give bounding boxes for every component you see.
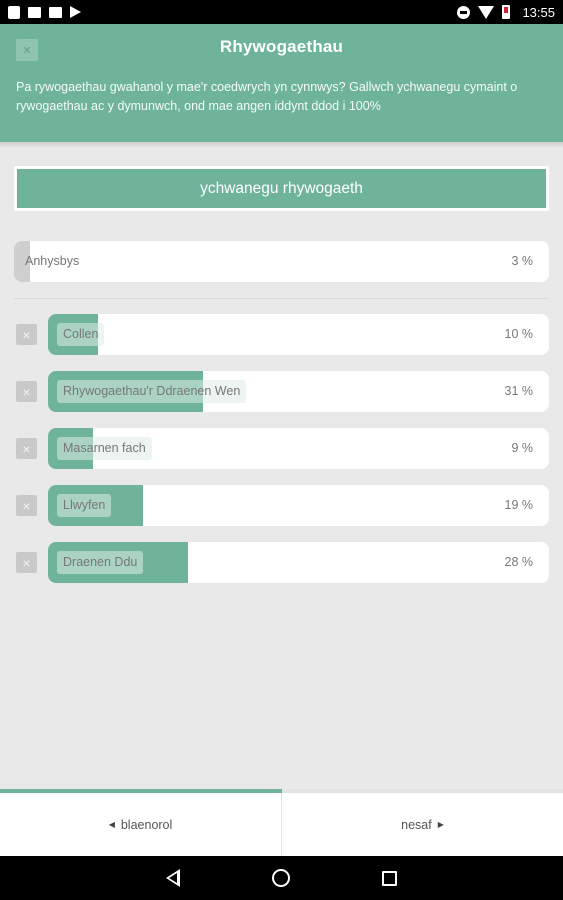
remove-icon: × [22,497,31,514]
species-bar[interactable]: Masarnen fach 9 % [48,428,549,469]
add-species-container: ychwanegu rhywogaeth [14,166,549,211]
previous-button[interactable]: ◀ blaenorol [0,793,281,856]
page-title: Rhywogaethau [219,37,344,56]
image-icon [28,6,41,18]
species-percent: 10 % [504,327,534,341]
home-icon[interactable] [272,869,290,887]
unknown-percent: 3 % [511,254,533,268]
unknown-label: Anhysbys [25,254,80,268]
remove-species-button[interactable]: × [16,552,37,573]
remove-icon: × [22,554,31,571]
sim-icon [8,5,20,19]
next-label: nesaf [401,817,432,832]
species-bar[interactable]: Rhywogaethau'r Ddraenen Wen 31 % [48,371,549,412]
remove-species-button[interactable]: × [16,381,37,402]
species-bar[interactable]: Collen 10 % [48,314,549,355]
recent-apps-icon[interactable] [382,870,397,886]
remove-species-button[interactable]: × [16,438,37,459]
system-navigation-bar [0,856,563,900]
species-percent: 31 % [504,384,534,398]
bottom-navigation: ◀ blaenorol nesaf ▶ [0,793,563,856]
page-description: Pa rywogaethau gwahanol y mae'r coedwryc… [16,80,518,113]
header: × Rhywogaethau Pa rywogaethau gwahanol y… [0,24,563,142]
divider [14,298,549,299]
remove-species-button[interactable]: × [16,495,37,516]
battery-icon [502,5,511,19]
unknown-row[interactable]: Anhysbys 3 % [14,241,549,282]
species-label: Rhywogaethau'r Ddraenen Wen [57,380,247,403]
species-percent: 28 % [504,555,534,569]
do-not-disturb-icon [457,5,471,19]
gallery-icon [49,6,62,18]
remove-species-button[interactable]: × [16,324,37,345]
remove-icon: × [22,383,31,400]
species-label: Llwyfen [57,494,112,517]
play-store-icon [70,6,81,18]
species-bar[interactable]: Draenen Ddu 28 % [48,542,549,583]
next-button[interactable]: nesaf ▶ [281,793,563,856]
species-label: Collen [57,323,105,346]
remove-icon: × [22,440,31,457]
add-species-button[interactable]: ychwanegu rhywogaeth [17,169,546,208]
chevron-right-icon: ▶ [437,820,444,829]
previous-label: blaenorol [120,817,173,832]
status-bar: 13:55 [0,0,563,24]
wifi-icon [478,5,495,19]
chevron-left-icon: ◀ [108,820,115,829]
back-icon[interactable] [166,869,180,887]
species-percent: 19 % [504,498,534,512]
remove-icon: × [22,326,31,343]
status-time: 13:55 [522,4,555,20]
header-shadow [0,142,563,148]
species-bar[interactable]: Llwyfen 19 % [48,485,549,526]
species-percent: 9 % [511,441,533,455]
species-label: Masarnen fach [57,437,152,460]
species-label: Draenen Ddu [57,551,144,574]
